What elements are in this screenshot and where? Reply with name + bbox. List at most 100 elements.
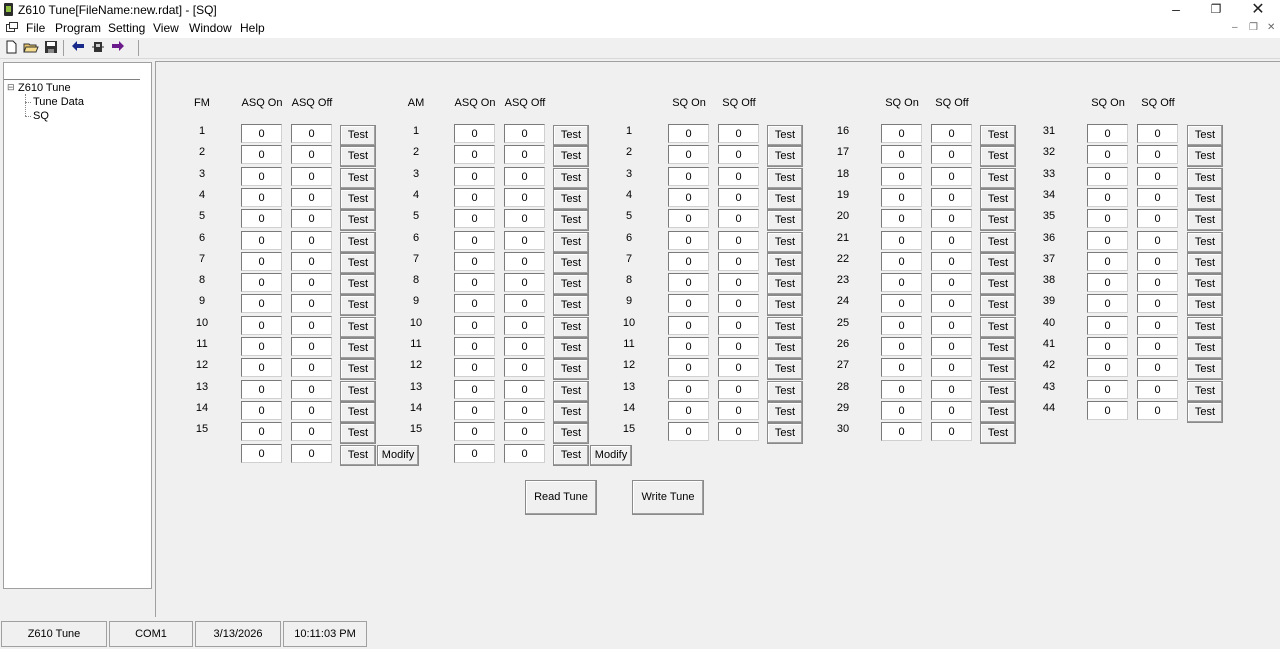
test-button[interactable]: Test <box>1187 381 1223 402</box>
test-button[interactable]: Test <box>767 253 803 274</box>
test-button[interactable]: Test <box>980 423 1016 444</box>
test-button[interactable]: Test <box>553 189 589 210</box>
fm-on-input[interactable]: 0 <box>241 337 282 356</box>
tree-collapse-icon[interactable]: ⊟ <box>7 82 15 93</box>
sq1-off-input[interactable]: 0 <box>718 167 759 186</box>
am-off-input[interactable]: 0 <box>504 145 545 164</box>
sq2-on-input[interactable]: 0 <box>881 422 922 441</box>
am-off-input[interactable]: 0 <box>504 422 545 441</box>
sq1-on-input[interactable]: 0 <box>668 294 709 313</box>
test-button[interactable]: Test <box>553 359 589 380</box>
test-button[interactable]: Test <box>767 189 803 210</box>
sq2-on-input[interactable]: 0 <box>881 188 922 207</box>
test-button[interactable]: Test <box>553 338 589 359</box>
am-on-input[interactable]: 0 <box>454 294 495 313</box>
am-on-input[interactable]: 0 <box>454 337 495 356</box>
fm-on-input[interactable]: 0 <box>241 380 282 399</box>
sq1-on-input[interactable]: 0 <box>668 358 709 377</box>
am-off-input[interactable]: 0 <box>504 316 545 335</box>
test-button[interactable]: Test <box>980 189 1016 210</box>
sq2-off-input[interactable]: 0 <box>931 167 972 186</box>
mdi-close-icon[interactable]: ✕ <box>1267 22 1275 33</box>
test-button[interactable]: Test <box>340 338 376 359</box>
test-button[interactable]: Test <box>767 338 803 359</box>
sq3-off-input[interactable]: 0 <box>1137 231 1178 250</box>
fm-on-input[interactable]: 0 <box>241 231 282 250</box>
sq2-off-input[interactable]: 0 <box>931 358 972 377</box>
fm-off-input[interactable]: 0 <box>291 316 332 335</box>
fm-off-input[interactable]: 0 <box>291 358 332 377</box>
sq3-off-input[interactable]: 0 <box>1137 316 1178 335</box>
test-button[interactable]: Test <box>553 168 589 189</box>
sq2-on-input[interactable]: 0 <box>881 145 922 164</box>
sq3-on-input[interactable]: 0 <box>1087 209 1128 228</box>
sq1-on-input[interactable]: 0 <box>668 273 709 292</box>
sq3-on-input[interactable]: 0 <box>1087 337 1128 356</box>
fm-on-input[interactable]: 0 <box>241 316 282 335</box>
sq2-on-input[interactable]: 0 <box>881 167 922 186</box>
fm-off-input[interactable]: 0 <box>291 167 332 186</box>
sq2-off-input[interactable]: 0 <box>931 209 972 228</box>
am-off-input[interactable]: 0 <box>504 380 545 399</box>
sq3-on-input[interactable]: 0 <box>1087 167 1128 186</box>
menu-window[interactable]: Window <box>189 21 232 35</box>
test-button[interactable]: Test <box>1187 232 1223 253</box>
new-file-icon[interactable] <box>3 40 19 56</box>
fm-on-input[interactable]: 0 <box>241 145 282 164</box>
test-button[interactable]: Test <box>553 253 589 274</box>
sq1-on-input[interactable]: 0 <box>668 252 709 271</box>
sq3-off-input[interactable]: 0 <box>1137 188 1178 207</box>
sq1-off-input[interactable]: 0 <box>718 380 759 399</box>
fm-off-input[interactable]: 0 <box>291 231 332 250</box>
sq1-off-input[interactable]: 0 <box>718 145 759 164</box>
sq3-on-input[interactable]: 0 <box>1087 188 1128 207</box>
mdi-system-icon[interactable] <box>6 22 18 33</box>
sq3-off-input[interactable]: 0 <box>1137 252 1178 271</box>
sq2-off-input[interactable]: 0 <box>931 422 972 441</box>
sq2-on-input[interactable]: 0 <box>881 380 922 399</box>
test-button[interactable]: Test <box>340 274 376 295</box>
test-button[interactable]: Test <box>767 423 803 444</box>
sq1-on-input[interactable]: 0 <box>668 209 709 228</box>
open-folder-icon[interactable] <box>23 40 39 56</box>
sq2-on-input[interactable]: 0 <box>881 358 922 377</box>
test-button[interactable]: Test <box>340 295 376 316</box>
arrow-right-icon[interactable] <box>110 40 126 56</box>
am-off-input[interactable]: 0 <box>504 337 545 356</box>
test-button[interactable]: Test <box>553 423 589 444</box>
sq2-off-input[interactable]: 0 <box>931 316 972 335</box>
device-icon[interactable] <box>90 40 106 56</box>
sq1-off-input[interactable]: 0 <box>718 209 759 228</box>
test-button[interactable]: Test <box>1187 210 1223 231</box>
test-button[interactable]: Test <box>980 232 1016 253</box>
fm-on-input[interactable]: 0 <box>241 209 282 228</box>
sq1-on-input[interactable]: 0 <box>668 188 709 207</box>
test-button[interactable]: Test <box>340 189 376 210</box>
sq2-off-input[interactable]: 0 <box>931 231 972 250</box>
test-button[interactable]: Test <box>1187 359 1223 380</box>
test-button[interactable]: Test <box>980 317 1016 338</box>
fm-on-input[interactable]: 0 <box>241 444 282 463</box>
test-button[interactable]: Test <box>1187 168 1223 189</box>
fm-on-input[interactable]: 0 <box>241 294 282 313</box>
am-on-input[interactable]: 0 <box>454 316 495 335</box>
test-button[interactable]: Test <box>340 168 376 189</box>
fm-on-input[interactable]: 0 <box>241 124 282 143</box>
test-button[interactable]: Test <box>1187 253 1223 274</box>
sq2-off-input[interactable]: 0 <box>931 294 972 313</box>
test-button[interactable]: Test <box>980 146 1016 167</box>
test-button[interactable]: Test <box>767 402 803 423</box>
fm-off-input[interactable]: 0 <box>291 252 332 271</box>
test-button[interactable]: Test <box>1187 125 1223 146</box>
test-button[interactable]: Test <box>980 210 1016 231</box>
menu-view[interactable]: View <box>153 21 179 35</box>
fm-on-input[interactable]: 0 <box>241 422 282 441</box>
modify-button[interactable]: Modify <box>590 445 632 466</box>
am-on-input[interactable]: 0 <box>454 124 495 143</box>
am-off-input[interactable]: 0 <box>504 401 545 420</box>
am-on-input[interactable]: 0 <box>454 145 495 164</box>
test-button[interactable]: Test <box>340 402 376 423</box>
sq2-off-input[interactable]: 0 <box>931 337 972 356</box>
test-button[interactable]: Test <box>767 146 803 167</box>
fm-off-input[interactable]: 0 <box>291 422 332 441</box>
